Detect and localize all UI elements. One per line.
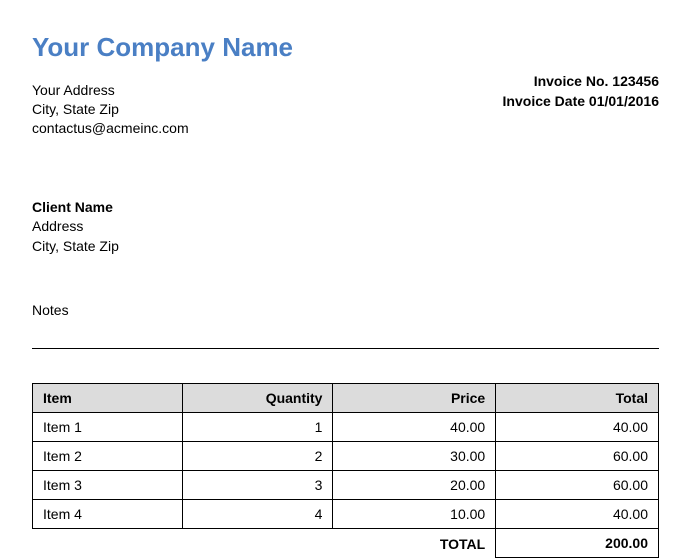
table-row: Item 3320.0060.00 <box>33 471 659 500</box>
company-email: contactus@acmeinc.com <box>32 119 659 138</box>
company-name: Your Company Name <box>32 32 659 63</box>
table-row: Item 1140.0040.00 <box>33 413 659 442</box>
divider <box>32 348 659 349</box>
table-row: Item 2230.0060.00 <box>33 442 659 471</box>
cell-quantity: 2 <box>183 442 333 471</box>
invoice-date-value: 01/01/2016 <box>589 93 659 109</box>
client-name: Client Name <box>32 198 659 218</box>
total-row: TOTAL 200.00 <box>33 529 659 558</box>
header-total: Total <box>496 384 659 413</box>
total-spacer <box>33 529 183 558</box>
grand-total: 200.00 <box>496 529 659 558</box>
cell-price: 10.00 <box>333 500 496 529</box>
header-item: Item <box>33 384 183 413</box>
total-spacer <box>183 529 333 558</box>
table-row: Item 4410.0040.00 <box>33 500 659 529</box>
header-price: Price <box>333 384 496 413</box>
cell-price: 40.00 <box>333 413 496 442</box>
client-address-line2: City, State Zip <box>32 237 659 257</box>
cell-total: 40.00 <box>496 500 659 529</box>
cell-quantity: 4 <box>183 500 333 529</box>
cell-quantity: 1 <box>183 413 333 442</box>
cell-item: Item 2 <box>33 442 183 471</box>
client-address-line1: Address <box>32 217 659 237</box>
cell-item: Item 4 <box>33 500 183 529</box>
notes-label: Notes <box>32 302 659 318</box>
cell-price: 20.00 <box>333 471 496 500</box>
invoice-number: Invoice No. 123456 <box>503 72 659 92</box>
invoice-number-value: 123456 <box>612 73 659 89</box>
invoice-number-label: Invoice No. <box>534 73 609 89</box>
cell-total: 40.00 <box>496 413 659 442</box>
cell-total: 60.00 <box>496 471 659 500</box>
cell-quantity: 3 <box>183 471 333 500</box>
invoice-date-label: Invoice Date <box>503 93 585 109</box>
cell-price: 30.00 <box>333 442 496 471</box>
invoice-date: Invoice Date 01/01/2016 <box>503 92 659 112</box>
cell-item: Item 1 <box>33 413 183 442</box>
table-header-row: Item Quantity Price Total <box>33 384 659 413</box>
cell-item: Item 3 <box>33 471 183 500</box>
total-label: TOTAL <box>333 529 496 558</box>
cell-total: 60.00 <box>496 442 659 471</box>
header-quantity: Quantity <box>183 384 333 413</box>
